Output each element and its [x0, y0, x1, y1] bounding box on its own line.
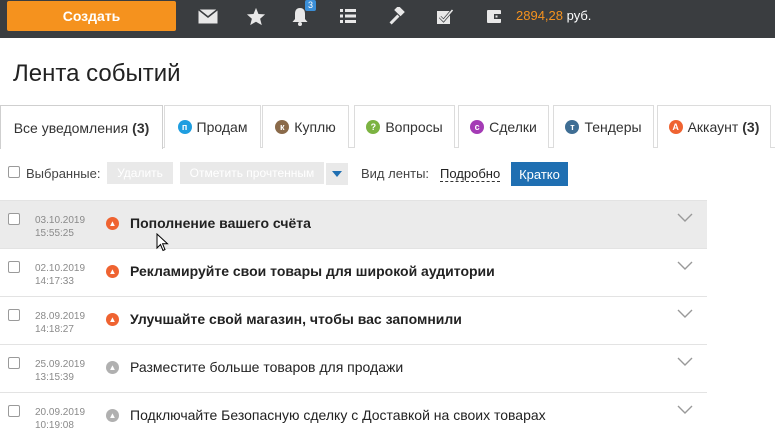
- chevron-down-icon[interactable]: [677, 213, 693, 223]
- mark-read-dropdown[interactable]: [326, 163, 348, 185]
- balance-amount: 2894,28: [516, 8, 563, 23]
- hammer-icon[interactable]: [386, 6, 408, 26]
- tab-label: Сделки: [489, 119, 537, 135]
- row-time: 15:55:25: [35, 228, 74, 239]
- feed-toolbar: Выбранные: Удалить Отметить прочтенным В…: [0, 160, 775, 188]
- create-button[interactable]: Создать: [7, 1, 176, 31]
- tab-tenders[interactable]: т Тендеры: [553, 105, 654, 148]
- row-datetime: 03.10.2019 15:55:25: [35, 214, 85, 240]
- select-all-checkbox[interactable]: [8, 166, 20, 178]
- top-bar: Создать 3 2894,28 руб.: [0, 0, 775, 38]
- tab-count: (3): [742, 119, 760, 135]
- row-date: 02.10.2019: [35, 263, 86, 274]
- tab-questions[interactable]: ? Вопросы: [354, 105, 455, 148]
- account-event-icon: ▲: [106, 361, 119, 374]
- view-mode-label: Вид ленты:: [361, 166, 430, 181]
- balance-currency: руб.: [566, 8, 592, 23]
- list-item[interactable]: 20.09.2019 10:19:08 ▲ Подключайте Безопас…: [0, 392, 707, 440]
- account-event-icon: ▲: [106, 265, 119, 278]
- row-datetime: 20.09.2019 10:19:08: [35, 406, 85, 432]
- mark-read-button[interactable]: Отметить прочтенным: [180, 162, 324, 184]
- notification-count-badge: 3: [305, 0, 316, 11]
- mouse-cursor-icon: [156, 233, 169, 252]
- chevron-down-icon[interactable]: [677, 405, 693, 415]
- row-checkbox[interactable]: [8, 357, 20, 369]
- tab-label: Куплю: [294, 119, 336, 135]
- delete-button[interactable]: Удалить: [107, 162, 173, 184]
- list-item[interactable]: 28.09.2019 14:18:27 ▲ Улучшайте свой мага…: [0, 296, 707, 344]
- list-item[interactable]: 25.09.2019 13:15:39 ▲ Разместите больше т…: [0, 344, 707, 392]
- sell-icon: п: [177, 120, 192, 134]
- chevron-down-icon[interactable]: [677, 357, 693, 367]
- tab-label: Продам: [196, 119, 248, 135]
- row-title[interactable]: Улучшайте свой магазин, чтобы вас запомн…: [130, 311, 462, 327]
- mail-icon[interactable]: [197, 6, 219, 26]
- row-checkbox[interactable]: [8, 261, 20, 273]
- tab-deals[interactable]: с Сделки: [458, 105, 549, 148]
- row-title[interactable]: Рекламируйте свои товары для широкой ауд…: [130, 263, 495, 279]
- account-event-icon: ▲: [106, 313, 119, 326]
- tenders-icon: т: [565, 120, 580, 134]
- question-icon: ?: [366, 120, 381, 134]
- chevron-down-icon[interactable]: [677, 261, 693, 271]
- row-datetime: 25.09.2019 13:15:39: [35, 358, 85, 384]
- row-date: 25.09.2019: [35, 359, 86, 370]
- view-short-button[interactable]: Кратко: [511, 162, 568, 186]
- bell-icon[interactable]: 3: [289, 0, 316, 26]
- row-datetime: 28.09.2019 14:18:27: [35, 310, 85, 336]
- row-title[interactable]: Пополнение вашего счёта: [130, 215, 311, 231]
- row-date: 03.10.2019: [35, 215, 86, 226]
- checkbox-icon[interactable]: [434, 6, 456, 26]
- deals-icon: с: [470, 120, 485, 134]
- page-title: Лента событий: [13, 60, 181, 87]
- tab-label: Тендеры: [584, 119, 642, 135]
- row-title[interactable]: Разместите больше товаров для продажи: [130, 359, 403, 375]
- tab-label: Аккаунт: [687, 119, 739, 135]
- account-event-icon: ▲: [106, 217, 119, 230]
- row-checkbox[interactable]: [8, 309, 20, 321]
- account-event-icon: ▲: [106, 409, 119, 422]
- row-checkbox[interactable]: [8, 405, 20, 417]
- tab-buy[interactable]: к Куплю: [262, 105, 349, 148]
- list-item[interactable]: 02.10.2019 14:17:33 ▲ Рекламируйте свои т…: [0, 248, 707, 296]
- tab-sell[interactable]: п Продам: [164, 105, 261, 148]
- account-balance[interactable]: 2894,28 руб.: [516, 8, 591, 23]
- tab-label: Все уведомления: [13, 119, 129, 136]
- selected-label: Выбранные:: [26, 166, 101, 181]
- row-date: 20.09.2019: [35, 407, 86, 418]
- buy-icon: к: [275, 120, 290, 134]
- wallet-icon[interactable]: [483, 6, 505, 26]
- chevron-down-icon[interactable]: [677, 309, 693, 319]
- account-icon: А: [668, 120, 683, 134]
- tab-label: Вопросы: [385, 119, 443, 135]
- row-datetime: 02.10.2019 14:17:33: [35, 262, 85, 288]
- tab-account[interactable]: А Аккаунт (3): [657, 105, 771, 148]
- chevron-down-icon: [332, 171, 342, 177]
- tab-all-notifications[interactable]: Все уведомления (3): [0, 105, 163, 149]
- view-detailed-link[interactable]: Подробно: [440, 166, 501, 182]
- row-time: 10:19:08: [35, 420, 74, 431]
- row-time: 14:17:33: [35, 276, 74, 287]
- row-time: 13:15:39: [35, 372, 74, 383]
- row-date: 28.09.2019: [35, 311, 86, 322]
- star-icon[interactable]: [245, 6, 267, 26]
- row-checkbox[interactable]: [8, 213, 20, 225]
- tab-count: (3): [132, 119, 150, 136]
- list-item[interactable]: 03.10.2019 15:55:25 ▲ Пополнение вашего с…: [0, 200, 707, 248]
- row-title[interactable]: Подключайте Безопасную сделку с Доставко…: [130, 407, 546, 423]
- row-time: 14:18:27: [35, 324, 74, 335]
- list-icon[interactable]: [337, 6, 359, 26]
